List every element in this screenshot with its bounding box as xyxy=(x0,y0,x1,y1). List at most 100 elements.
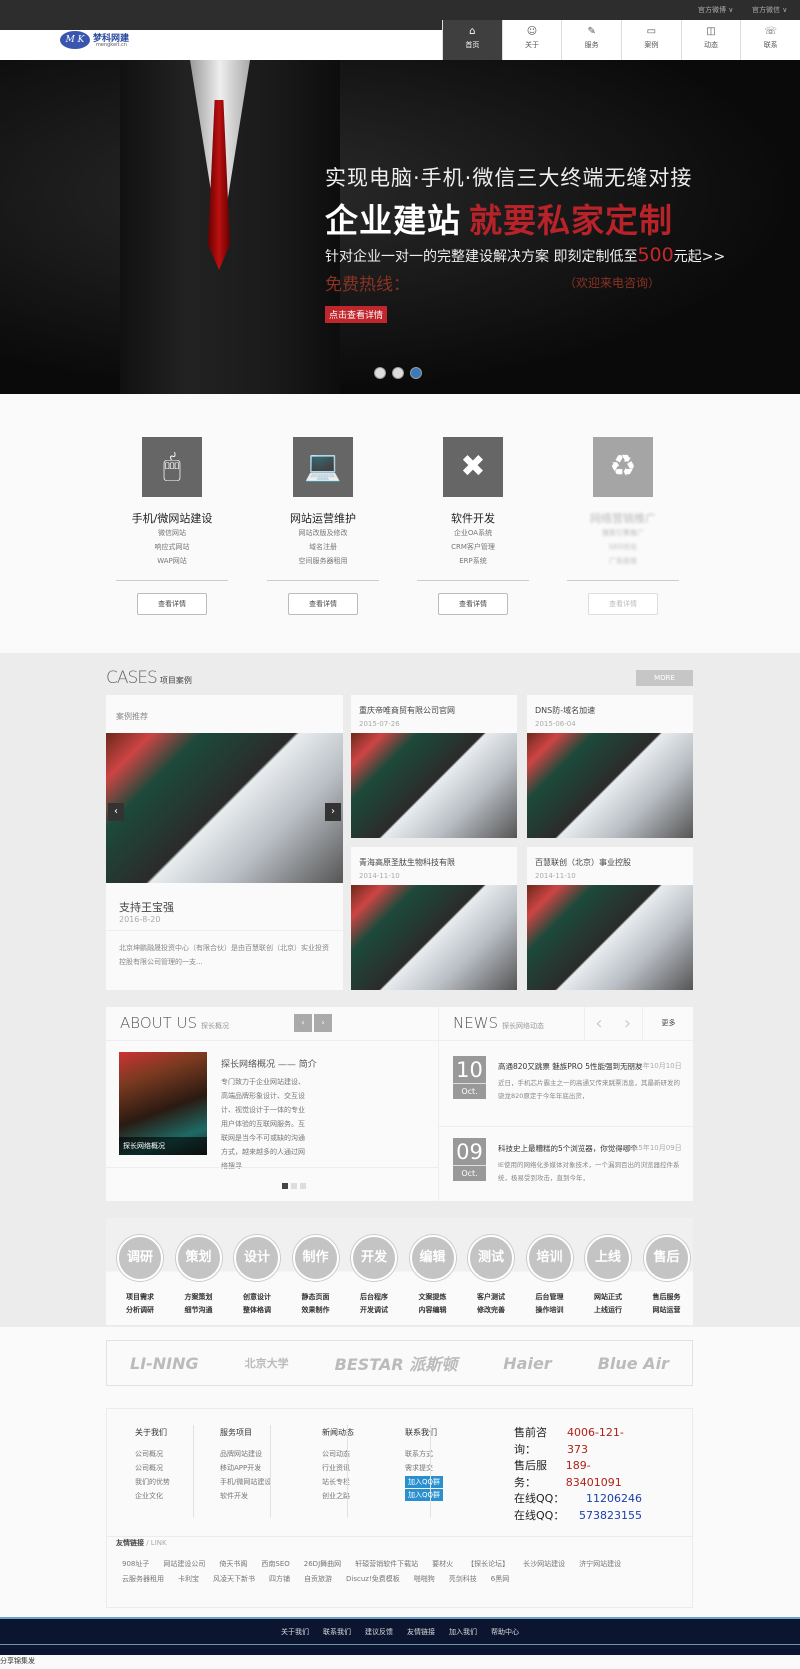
news-next-button[interactable]: › xyxy=(613,1007,642,1040)
footer-link[interactable]: 联系方式 xyxy=(405,1447,443,1461)
footer-link[interactable]: 软件开发 xyxy=(220,1489,271,1503)
friend-link[interactable]: 长沙网站建设 xyxy=(523,1557,565,1572)
service-item[interactable]: 网站改版及修改 xyxy=(253,526,393,540)
friend-link[interactable]: 啪啪狗 xyxy=(414,1572,435,1587)
service-item[interactable]: 空间服务器租用 xyxy=(253,554,393,568)
slider-dot[interactable] xyxy=(374,367,386,379)
footer-link[interactable]: 公司概况 xyxy=(135,1447,170,1461)
friend-link[interactable]: 云服务器租用 xyxy=(122,1572,164,1587)
service-details-button[interactable]: 查看详情 xyxy=(588,593,658,615)
case-card[interactable]: 百慧联创（北京）事业控股 2014-11-10 xyxy=(527,847,693,990)
service-item[interactable]: 企业OA系统 xyxy=(403,526,543,540)
service-item[interactable]: 广告投放 xyxy=(553,554,693,568)
service-details-button[interactable]: 查看详情 xyxy=(438,593,508,615)
about-next-button[interactable]: › xyxy=(314,1014,332,1032)
bottom-nav-link[interactable]: 加入我们 xyxy=(449,1628,477,1636)
footer-link[interactable]: 行业资讯 xyxy=(322,1461,354,1475)
join-qq-group-button[interactable]: 加入QQ群 xyxy=(405,1476,444,1488)
slider-dot[interactable] xyxy=(392,367,404,379)
friend-link[interactable]: 要材火 xyxy=(432,1557,453,1572)
nav-item[interactable]: ▭ 案例 xyxy=(621,20,681,60)
footer-link[interactable]: 移动APP开发 xyxy=(220,1461,271,1475)
footer-link[interactable]: 创业之路 xyxy=(322,1489,354,1503)
friend-link[interactable]: 自贡旅游 xyxy=(304,1572,332,1587)
friend-link[interactable]: 轩辕营销软件下载站 xyxy=(355,1557,418,1572)
friend-link[interactable]: 亮剑科技 xyxy=(449,1572,477,1587)
news-item[interactable]: 09 Oct. 科技史上最糟糕的5个浏览器，你觉得哪个 2015年10月09日 I… xyxy=(439,1129,694,1209)
friend-link[interactable]: 西南SEO xyxy=(261,1557,289,1572)
pager-dot[interactable] xyxy=(282,1183,288,1189)
banner-consult: （欢迎来电咨询） xyxy=(564,276,661,290)
friend-link[interactable]: 26DJ舞曲网 xyxy=(304,1557,341,1572)
service-title: 软件开发 xyxy=(451,512,495,525)
hero-banner[interactable]: 实现电脑·手机·微信三大终端无缝对接 企业建站 就要私家定制 针对企业一对一的完整… xyxy=(0,60,800,394)
footer-link[interactable]: 我们的优势 xyxy=(135,1475,170,1489)
footer-link[interactable]: 公司动态 xyxy=(322,1447,354,1461)
friend-link[interactable]: 6黑网 xyxy=(491,1572,509,1587)
logo[interactable]: M K 梦科网建 mengkeit.cn xyxy=(60,30,150,52)
bottom-nav-link[interactable]: 联系我们 xyxy=(323,1628,351,1636)
next-arrow-button[interactable]: › xyxy=(325,803,341,821)
news-item[interactable]: 10 Oct. 高通820又跳票 魅族PRO 5性能强到无朋友 2015年10月1… xyxy=(439,1047,694,1127)
service-details-button[interactable]: 查看详情 xyxy=(288,593,358,615)
slider-dot-active[interactable] xyxy=(410,367,422,379)
prev-arrow-button[interactable]: ‹ xyxy=(108,803,124,821)
join-qq-group-button[interactable]: 加入QQ群 xyxy=(405,1489,444,1501)
cases-more-button[interactable]: MORE xyxy=(636,670,693,686)
news-prev-button[interactable]: ‹ xyxy=(584,1007,613,1040)
friend-link[interactable]: 卡利宝 xyxy=(178,1572,199,1587)
service-item[interactable]: WAP网站 xyxy=(102,554,242,568)
footer-link[interactable]: 手机/微网站建设 xyxy=(220,1475,271,1489)
weixin-dropdown[interactable]: 官方微信 ∨ xyxy=(752,5,787,15)
news-title[interactable]: 高通820又跳票 魅族PRO 5性能强到无朋友 xyxy=(498,1061,643,1072)
footer-link[interactable]: 公司概况 xyxy=(135,1461,170,1475)
process-step-circle: 测试 xyxy=(468,1235,514,1281)
pager-dot[interactable] xyxy=(291,1183,297,1189)
partner-logo[interactable]: 北京大学 xyxy=(245,1355,289,1371)
news-more-link[interactable]: 更多 xyxy=(642,1007,694,1040)
nav-item[interactable]: ☺ 关于 xyxy=(501,20,562,60)
about-prev-button[interactable]: ‹ xyxy=(294,1014,312,1032)
process-step-circle: 制作 xyxy=(292,1235,339,1281)
bottom-nav-link[interactable]: 友情链接 xyxy=(407,1628,435,1636)
bottom-nav-link[interactable]: 帮助中心 xyxy=(491,1628,519,1636)
footer-link[interactable]: 站长专栏 xyxy=(322,1475,354,1489)
service-item[interactable]: 响应式网站 xyxy=(102,540,242,554)
service-item[interactable]: 域名注册 xyxy=(253,540,393,554)
service-item[interactable]: SEO优化 xyxy=(553,540,693,554)
footer-link[interactable]: 品牌网站建设 xyxy=(220,1447,271,1461)
nav-item[interactable]: ✎ 服务 xyxy=(561,20,622,60)
case-card[interactable]: 青海高原圣肽生物科技有限 2014-11-10 xyxy=(351,847,517,990)
friend-link[interactable]: 网站建设公司 xyxy=(163,1557,205,1572)
service-item[interactable]: 微信网站 xyxy=(102,526,242,540)
partner-logo[interactable]: BESTAR 派斯顿 xyxy=(335,1351,458,1375)
friend-link[interactable]: 【探长论坛】 xyxy=(467,1557,509,1572)
friend-link[interactable]: 908址子 xyxy=(122,1557,149,1572)
service-item[interactable]: CRM客户管理 xyxy=(403,540,543,554)
friend-link[interactable]: 济宁网站建设 xyxy=(579,1557,621,1572)
friend-link[interactable]: Discuz!免费模板 xyxy=(346,1572,400,1587)
nav-item[interactable]: ⌂ 首页 xyxy=(442,20,502,60)
service-item[interactable]: 搜索引擎推广 xyxy=(553,526,693,540)
banner-cta-button[interactable]: 点击查看详情 xyxy=(325,306,388,323)
footer-link[interactable]: 需求提交 xyxy=(405,1461,443,1475)
friend-link[interactable]: 风凌天下新书 xyxy=(213,1572,255,1587)
news-title[interactable]: 科技史上最糟糕的5个浏览器，你觉得哪个 xyxy=(498,1143,638,1154)
partner-logo[interactable]: LI-NING xyxy=(130,1354,199,1373)
case-card[interactable]: 重庆帝唯商贸有限公司官网 2015-07-26 xyxy=(351,695,517,838)
friend-link[interactable]: 四方铺 xyxy=(269,1572,290,1587)
nav-item[interactable]: ☏ 联系 xyxy=(740,20,800,60)
weibo-dropdown[interactable]: 官方微博 ∨ xyxy=(698,5,733,15)
pager-dot[interactable] xyxy=(300,1183,306,1189)
case-card[interactable]: DNS防-域名加速 2015-06-04 xyxy=(527,695,693,838)
friend-link[interactable]: 倚天书阁 xyxy=(219,1557,247,1572)
partner-logo[interactable]: Haier xyxy=(503,1354,551,1373)
bottom-nav-link[interactable]: 建议反馈 xyxy=(365,1628,393,1636)
service-details-button[interactable]: 查看详情 xyxy=(137,593,207,615)
featured-case-card[interactable]: 案例推荐 ‹ › 支持王宝强 2016-8-20 北京坤鹏融晟投资中心（有限合伙… xyxy=(106,695,343,990)
service-item[interactable]: ERP系统 xyxy=(403,554,543,568)
partner-logo[interactable]: Blue Air xyxy=(598,1354,669,1373)
nav-item[interactable]: ◫ 动态 xyxy=(680,20,741,60)
bottom-nav-link[interactable]: 关于我们 xyxy=(281,1628,309,1636)
footer-link[interactable]: 企业文化 xyxy=(135,1489,170,1503)
